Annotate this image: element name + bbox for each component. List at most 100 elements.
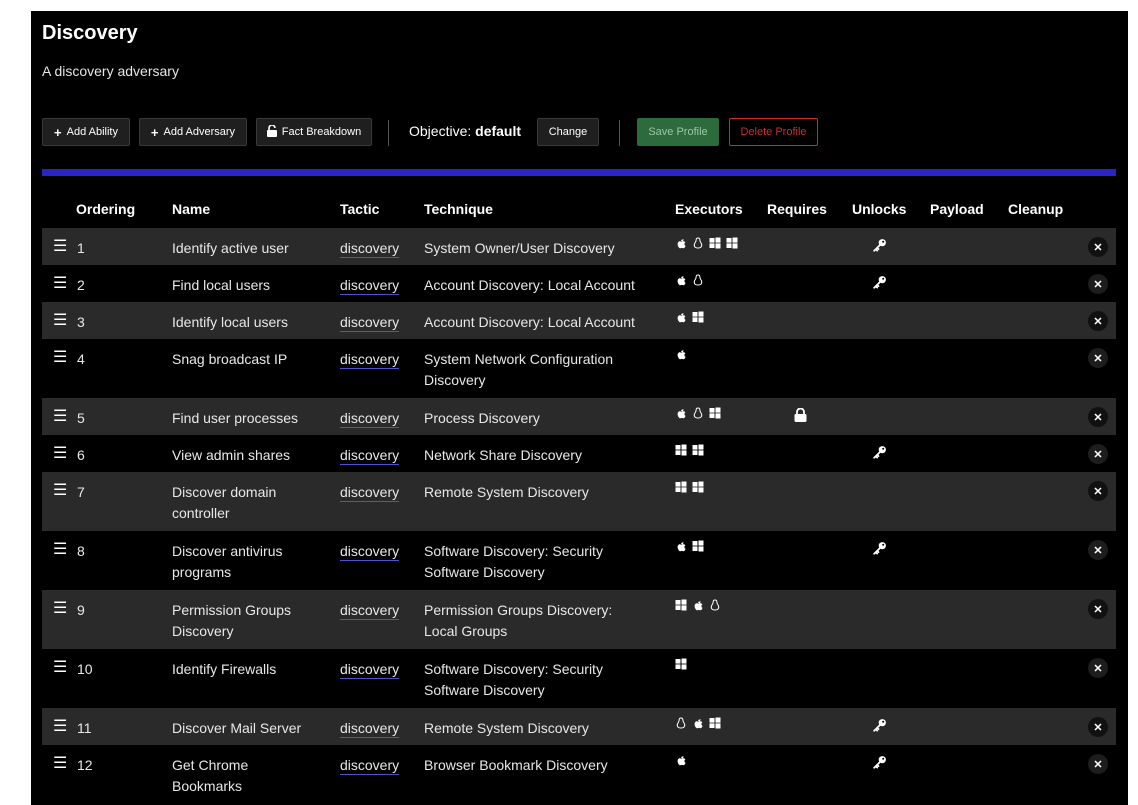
drag-handle-icon[interactable]: ☰ <box>53 716 67 737</box>
fact-breakdown-label: Fact Breakdown <box>281 126 362 138</box>
page-title: Discovery <box>42 22 138 44</box>
col-unlocks: Unlocks <box>852 201 907 217</box>
remove-ability-button[interactable]: ✕ <box>1088 237 1108 257</box>
drag-handle-icon[interactable]: ☰ <box>53 347 67 368</box>
close-icon: ✕ <box>1093 352 1103 365</box>
remove-ability-button[interactable]: ✕ <box>1088 407 1108 427</box>
row-name-line: Discover domain <box>172 484 277 500</box>
row-tactic: discovery <box>340 349 400 370</box>
remove-ability-button[interactable]: ✕ <box>1088 754 1108 774</box>
remove-ability-button[interactable]: ✕ <box>1088 481 1108 501</box>
linux-icon <box>709 599 721 611</box>
remove-ability-button[interactable]: ✕ <box>1088 599 1108 619</box>
row-tactic-label: discovery <box>340 277 400 295</box>
row-tactic: discovery <box>340 445 400 466</box>
table-row[interactable]: ☰ 5 Find user processes discovery Process Di… <box>42 398 1116 435</box>
adversary-panel: Discovery A discovery adversary + Add Ab… <box>31 11 1128 805</box>
table-row[interactable]: ☰ 9 Permission Groups Discovery discovery Per… <box>42 590 1116 649</box>
table-row[interactable]: ☰ 10 Identify Firewalls discovery Software D… <box>42 649 1116 708</box>
row-technique: Software Discovery: Security Software Dis… <box>424 659 603 701</box>
row-technique: Software Discovery: Security Software Dis… <box>424 541 603 583</box>
drag-handle-icon[interactable]: ☰ <box>53 598 67 619</box>
row-technique-line: Software Discovery <box>424 682 545 698</box>
row-technique: System Network Configuration Discovery <box>424 349 613 391</box>
plus-icon: + <box>54 124 62 140</box>
change-label: Change <box>548 126 588 138</box>
drag-handle-icon[interactable]: ☰ <box>53 406 67 427</box>
remove-ability-button[interactable]: ✕ <box>1088 717 1108 737</box>
delete-profile-button[interactable]: Delete Profile <box>729 118 818 146</box>
row-tactic: discovery <box>340 755 400 776</box>
row-technique: System Owner/User Discovery <box>424 238 615 259</box>
table-row[interactable]: ☰ 2 Find local users discovery Account Disco… <box>42 265 1116 302</box>
row-ordering: 7 <box>77 484 85 500</box>
drag-handle-icon[interactable]: ☰ <box>53 236 67 257</box>
row-technique-line: System Owner/User Discovery <box>424 240 615 256</box>
row-name: Identify Firewalls <box>172 659 276 680</box>
table-row[interactable]: ☰ 6 View admin shares discovery Network Shar… <box>42 435 1116 472</box>
row-tactic: discovery <box>340 718 400 739</box>
drag-handle-icon[interactable]: ☰ <box>53 539 67 560</box>
row-name-line: Discover Mail Server <box>172 720 302 736</box>
apple-icon <box>675 237 687 249</box>
row-name: Discover Mail Server <box>172 718 301 739</box>
remove-ability-button[interactable]: ✕ <box>1088 274 1108 294</box>
remove-ability-button[interactable]: ✕ <box>1088 658 1108 678</box>
row-technique-line: Account Discovery: Local Account <box>424 277 635 293</box>
add-adversary-button[interactable]: + Add Adversary <box>139 118 247 146</box>
page-subtitle: A discovery adversary <box>42 63 179 79</box>
row-ordering: 6 <box>77 447 85 463</box>
table-row[interactable]: ☰ 7 Discover domain controller discovery Remo… <box>42 472 1116 531</box>
table-row[interactable]: ☰ 3 Identify local users discovery Account D… <box>42 302 1116 339</box>
col-tactic: Tactic <box>340 201 380 217</box>
remove-ability-button[interactable]: ✕ <box>1088 348 1108 368</box>
drag-handle-icon[interactable]: ☰ <box>53 657 67 678</box>
row-executors <box>675 658 687 670</box>
key-icon <box>873 540 887 561</box>
fact-breakdown-button[interactable]: Fact Breakdown <box>256 118 372 146</box>
linux-icon <box>692 274 704 286</box>
row-technique: Account Discovery: Local Account <box>424 312 635 333</box>
row-name: Find user processes <box>172 408 298 429</box>
row-technique-line: System Network Configuration <box>424 351 614 367</box>
remove-ability-button[interactable]: ✕ <box>1088 311 1108 331</box>
row-tactic: discovery <box>340 541 400 562</box>
row-name-line: programs <box>172 564 232 580</box>
table-row[interactable]: ☰ 12 Get Chrome Bookmarks discovery Browser B… <box>42 745 1116 804</box>
add-ability-button[interactable]: + Add Ability <box>42 118 130 146</box>
table-row[interactable]: ☰ 4 Snag broadcast IP discovery System Netwo… <box>42 339 1116 398</box>
drag-handle-icon[interactable]: ☰ <box>53 480 67 501</box>
close-icon: ✕ <box>1093 758 1103 771</box>
col-name: Name <box>172 201 211 217</box>
row-executors <box>675 754 687 766</box>
col-ordering: Ordering <box>76 201 136 217</box>
row-executors <box>675 274 704 286</box>
drag-handle-icon[interactable]: ☰ <box>53 443 67 464</box>
save-profile-button[interactable]: Save Profile <box>637 118 719 146</box>
remove-ability-button[interactable]: ✕ <box>1088 540 1108 560</box>
change-objective-button[interactable]: Change <box>537 118 599 146</box>
row-name-line: Find user processes <box>172 410 299 426</box>
table-row[interactable]: ☰ 8 Discover antivirus programs discovery Sof… <box>42 531 1116 590</box>
windows-icon <box>692 311 704 323</box>
row-ordering: 9 <box>77 602 85 618</box>
drag-handle-icon[interactable]: ☰ <box>53 310 67 331</box>
drag-handle-icon[interactable]: ☰ <box>53 753 67 774</box>
row-name: Discover antivirus programs <box>172 541 282 583</box>
row-name-line: Permission Groups <box>172 602 292 618</box>
unlock-icon <box>266 124 277 139</box>
save-profile-label: Save Profile <box>648 126 708 138</box>
col-technique: Technique <box>424 201 493 217</box>
drag-handle-icon[interactable]: ☰ <box>53 273 67 294</box>
row-technique-line: Network Share Discovery <box>424 447 582 463</box>
table-row[interactable]: ☰ 11 Discover Mail Server discovery Remote S… <box>42 708 1116 745</box>
apple-icon <box>675 754 687 766</box>
close-icon: ✕ <box>1093 411 1103 424</box>
remove-ability-button[interactable]: ✕ <box>1088 444 1108 464</box>
close-icon: ✕ <box>1093 485 1103 498</box>
table-row[interactable]: ☰ 1 Identify active user discovery System Ow… <box>42 228 1116 265</box>
row-technique-line: Remote System Discovery <box>424 720 589 736</box>
row-tactic-label: discovery <box>340 543 400 561</box>
key-icon <box>873 444 887 465</box>
row-name: Identify local users <box>172 312 288 333</box>
